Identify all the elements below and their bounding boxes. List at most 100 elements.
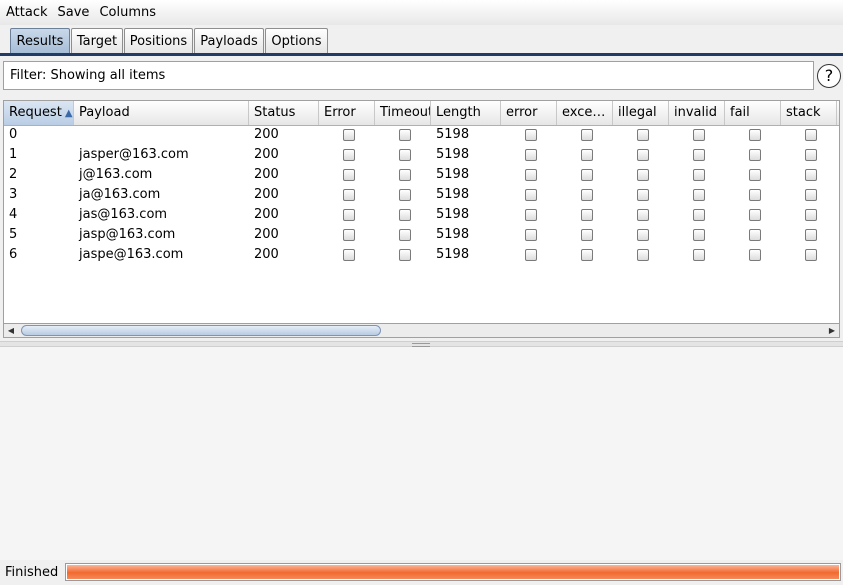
checkbox-grep-exception[interactable] [581,229,593,241]
tab-positions[interactable]: Positions [124,28,193,54]
checkbox-grep-error[interactable] [525,229,537,241]
scroll-left-arrow-icon[interactable]: ◀ [5,325,17,336]
checkbox-grep-stack[interactable] [805,189,817,201]
help-icon[interactable]: ? [817,64,841,88]
checkbox-grep-fail[interactable] [749,129,761,141]
checkbox-error[interactable] [343,209,355,221]
filter-bar[interactable]: Filter: Showing all items [3,61,814,90]
checkbox-error[interactable] [343,189,355,201]
checkbox-timeout[interactable] [399,189,411,201]
column-header-payload[interactable]: Payload [74,101,249,125]
checkbox-grep-invalid[interactable] [693,249,705,261]
checkbox-grep-error[interactable] [525,249,537,261]
checkbox-grep-illegal[interactable] [637,189,649,201]
tab-target[interactable]: Target [71,28,123,54]
checkbox-grep-exception[interactable] [581,149,593,161]
checkbox-grep-exception[interactable] [581,169,593,181]
checkbox-error[interactable] [343,249,355,261]
checkbox-grep-stack[interactable] [805,129,817,141]
checkbox-grep-error[interactable] [525,169,537,181]
checkbox-grep-illegal[interactable] [637,129,649,141]
checkbox-grep-error[interactable] [525,189,537,201]
checkbox-grep-fail[interactable] [749,209,761,221]
checkbox-grep-invalid[interactable] [693,169,705,181]
horizontal-scrollbar[interactable]: ◀ ▶ [3,323,840,338]
checkbox-timeout[interactable] [399,209,411,221]
checkbox-grep-illegal[interactable] [637,229,649,241]
table-row[interactable]: 3 ja@163.com 200 5198 [4,185,839,205]
table-row[interactable]: 0 200 5198 [4,125,839,145]
checkbox-error[interactable] [343,229,355,241]
checkbox-timeout[interactable] [399,169,411,181]
cell-length: 5198 [436,187,470,202]
column-header-length[interactable]: Length [431,101,501,125]
checkbox-grep-stack[interactable] [805,149,817,161]
column-header-grep-exception[interactable]: exce… [557,101,613,125]
table-row[interactable]: 2 j@163.com 200 5198 [4,165,839,185]
checkbox-grep-stack[interactable] [805,229,817,241]
checkbox-grep-illegal[interactable] [637,149,649,161]
tab-payloads[interactable]: Payloads [194,28,264,54]
checkbox-grep-error[interactable] [525,209,537,221]
table-row[interactable]: 6 jaspe@163.com 200 5198 [4,245,839,265]
checkbox-grep-stack[interactable] [805,169,817,181]
column-header-request[interactable]: Request ▲ [4,101,74,125]
checkbox-timeout[interactable] [399,249,411,261]
column-header-grep-invalid[interactable]: invalid [669,101,725,125]
cell-length: 5198 [436,207,470,222]
checkbox-grep-fail[interactable] [749,169,761,181]
column-header-grep-error[interactable]: error [501,101,557,125]
cell-request: 3 [9,187,18,202]
checkbox-grep-exception[interactable] [581,189,593,201]
table-row[interactable]: 5 jasp@163.com 200 5198 [4,225,839,245]
checkbox-grep-invalid[interactable] [693,149,705,161]
checkbox-grep-exception[interactable] [581,249,593,261]
checkbox-grep-error[interactable] [525,129,537,141]
checkbox-timeout[interactable] [399,229,411,241]
cell-status: 200 [254,127,279,142]
checkbox-grep-illegal[interactable] [637,169,649,181]
table-row[interactable]: 4 jas@163.com 200 5198 [4,205,839,225]
menu-columns[interactable]: Columns [93,0,160,25]
checkbox-error[interactable] [343,169,355,181]
checkbox-grep-invalid[interactable] [693,129,705,141]
checkbox-grep-invalid[interactable] [693,189,705,201]
cell-payload: ja@163.com [79,187,161,202]
checkbox-grep-fail[interactable] [749,249,761,261]
cell-payload [74,125,79,145]
checkbox-grep-illegal[interactable] [637,209,649,221]
tab-options[interactable]: Options [265,28,328,54]
checkbox-error[interactable] [343,129,355,141]
checkbox-grep-fail[interactable] [749,189,761,201]
checkbox-timeout[interactable] [399,149,411,161]
table-row[interactable]: 1 jasper@163.com 200 5198 [4,145,839,165]
checkbox-grep-fail[interactable] [749,149,761,161]
checkbox-grep-invalid[interactable] [693,229,705,241]
checkbox-error[interactable] [343,149,355,161]
menu-attack[interactable]: Attack [0,0,52,25]
checkbox-grep-fail[interactable] [749,229,761,241]
sort-ascending-icon: ▲ [64,108,73,119]
checkbox-grep-exception[interactable] [581,209,593,221]
column-header-grep-illegal[interactable]: illegal [613,101,669,125]
request-detail-pane [0,347,843,560]
checkbox-grep-stack[interactable] [805,249,817,261]
checkbox-grep-stack[interactable] [805,209,817,221]
checkbox-grep-exception[interactable] [581,129,593,141]
cell-payload: j@163.com [79,167,153,182]
checkbox-grep-invalid[interactable] [693,209,705,221]
checkbox-grep-illegal[interactable] [637,249,649,261]
scrollbar-thumb[interactable] [21,325,381,336]
column-header-grep-fail[interactable]: fail [725,101,781,125]
column-header-grep-stack[interactable]: stack [781,101,837,125]
scroll-right-arrow-icon[interactable]: ▶ [826,325,838,336]
status-bar: Finished [0,560,843,585]
tab-results[interactable]: Results [10,28,70,54]
column-header-timeout[interactable]: Timeout [375,101,431,125]
column-header-error[interactable]: Error [319,101,375,125]
checkbox-timeout[interactable] [399,129,411,141]
column-header-status[interactable]: Status [249,101,319,125]
menu-save[interactable]: Save [52,0,94,25]
checkbox-grep-error[interactable] [525,149,537,161]
cell-status: 200 [254,187,279,202]
